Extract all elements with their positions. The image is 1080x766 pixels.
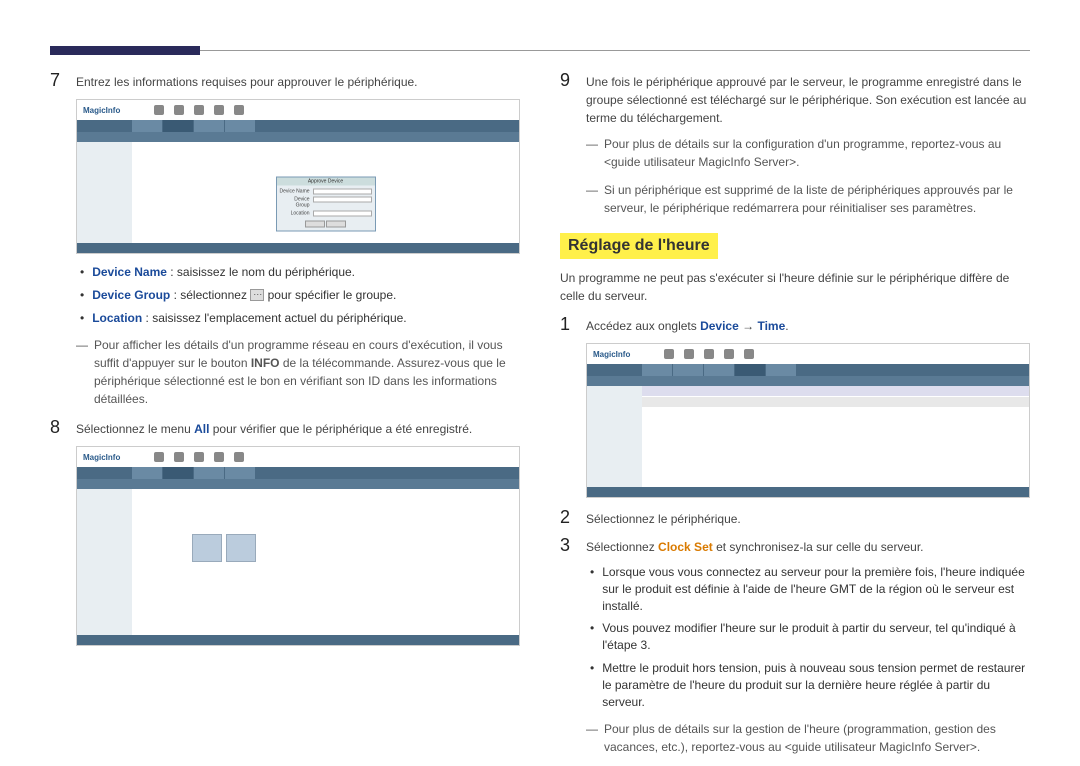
note-delete: Si un périphérique est supprimé de la li… (586, 181, 1030, 217)
sb3-text: Mettre le produit hors tension, puis à n… (602, 660, 1030, 710)
text-location: : saisissez l'emplacement actuel du péri… (142, 311, 406, 325)
sb1: Lorsque vous vous connectez au serveur p… (590, 564, 1030, 614)
step-number: 3 (560, 536, 574, 556)
step-text: Sélectionnez le menu All pour vérifier q… (76, 420, 472, 438)
text-device-name: : saisissez le nom du périphérique. (167, 265, 355, 279)
note-info-b: INFO (251, 356, 280, 370)
step-1: 1 Accédez aux onglets Device → Time. (560, 315, 1030, 335)
screenshot-time: MagicInfo (586, 343, 1030, 498)
step-2: 2 Sélectionnez le périphérique. (560, 508, 1030, 528)
step-text: Entrez les informations requises pour ap… (76, 73, 418, 91)
step1-arrow: → (739, 319, 758, 333)
note-time-guide-text: Pour plus de détails sur la gestion de l… (604, 720, 1030, 756)
ss-logo: MagicInfo (593, 350, 630, 359)
step-number: 2 (560, 508, 574, 528)
dialog-group-label: Device Group (280, 196, 310, 208)
step3-c: et synchronisez-la sur celle du serveur. (713, 540, 924, 554)
note-guide-text: Pour plus de détails sur la configuratio… (604, 135, 1030, 171)
step-text: Sélectionnez Clock Set et synchronisez-l… (586, 538, 924, 556)
dialog-group-input[interactable] (313, 196, 372, 202)
step-number: 9 (560, 71, 574, 91)
bullet-device-group: Device Group : sélectionnez pour spécifi… (80, 287, 520, 304)
screenshot-all: MagicInfo (76, 446, 520, 646)
step1-d: . (785, 319, 788, 333)
screenshot-approve: MagicInfo Approve Device Device Name Dev… (76, 99, 520, 254)
cancel-button[interactable] (326, 220, 346, 227)
text-device-group-a: : sélectionnez (170, 288, 250, 302)
step8-c: pour vérifier que le périphérique a été … (209, 422, 472, 436)
step-8: 8 Sélectionnez le menu All pour vérifier… (50, 418, 520, 438)
ss-logo: MagicInfo (83, 453, 120, 462)
text-device-group-b: pour spécifier le groupe. (264, 288, 396, 302)
step-9: 9 Une fois le périphérique approuvé par … (560, 71, 1030, 127)
dialog-name-label: Device Name (280, 188, 310, 194)
step8-a: Sélectionnez le menu (76, 422, 194, 436)
sb2-text: Vous pouvez modifier l'heure sur le prod… (602, 620, 1030, 654)
step1-b: Device (700, 319, 739, 333)
label-location: Location (92, 311, 142, 325)
top-rule (50, 50, 1030, 51)
dialog-name-input[interactable] (313, 188, 372, 194)
columns: 7 Entrez les informations requises pour … (50, 71, 1030, 766)
intro-text: Un programme ne peut pas s'exécuter si l… (560, 269, 1030, 305)
bullet-location: Location : saisissez l'emplacement actue… (80, 310, 520, 327)
sb3: Mettre le produit hors tension, puis à n… (590, 660, 1030, 710)
sub-bullets: Lorsque vous vous connectez au serveur p… (590, 564, 1030, 710)
step-text: Accédez aux onglets Device → Time. (586, 317, 789, 335)
heading-time: Réglage de l'heure (560, 233, 718, 259)
note-info: Pour afficher les détails d'un programme… (76, 336, 520, 408)
step3-b: Clock Set (658, 540, 713, 554)
device-thumb[interactable] (192, 534, 222, 562)
step-text: Sélectionnez le périphérique. (586, 510, 741, 528)
dialog-title: Approve Device (277, 177, 375, 185)
step-number: 7 (50, 71, 64, 91)
label-device-group: Device Group (92, 288, 170, 302)
step1-c: Time (757, 319, 785, 333)
step1-a: Accédez aux onglets (586, 319, 700, 333)
note-time-guide: Pour plus de détails sur la gestion de l… (586, 720, 1030, 756)
sb2: Vous pouvez modifier l'heure sur le prod… (590, 620, 1030, 654)
step8-b: All (194, 422, 209, 436)
ellipsis-icon[interactable] (250, 289, 264, 301)
sb1-text: Lorsque vous vous connectez au serveur p… (602, 564, 1030, 614)
note-guide: Pour plus de détails sur la configuratio… (586, 135, 1030, 171)
step3-a: Sélectionnez (586, 540, 658, 554)
note-delete-text: Si un périphérique est supprimé de la li… (604, 181, 1030, 217)
bullet-device-name: Device Name : saisissez le nom du périph… (80, 264, 520, 281)
step-number: 8 (50, 418, 64, 438)
right-column: 9 Une fois le périphérique approuvé par … (560, 71, 1030, 766)
device-thumb[interactable] (226, 534, 256, 562)
dialog-loc-input[interactable] (313, 210, 372, 216)
ok-button[interactable] (305, 220, 325, 227)
left-column: 7 Entrez les informations requises pour … (50, 71, 520, 766)
step-text: Une fois le périphérique approuvé par le… (586, 73, 1030, 127)
step-7: 7 Entrez les informations requises pour … (50, 71, 520, 91)
label-device-name: Device Name (92, 265, 167, 279)
approve-dialog: Approve Device Device Name Device Group … (276, 176, 376, 231)
step-number: 1 (560, 315, 574, 335)
bullet-list: Device Name : saisissez le nom du périph… (80, 264, 520, 326)
step-3: 3 Sélectionnez Clock Set et synchronisez… (560, 536, 1030, 556)
dialog-loc-label: Location (280, 210, 310, 216)
ss-logo: MagicInfo (83, 106, 120, 115)
